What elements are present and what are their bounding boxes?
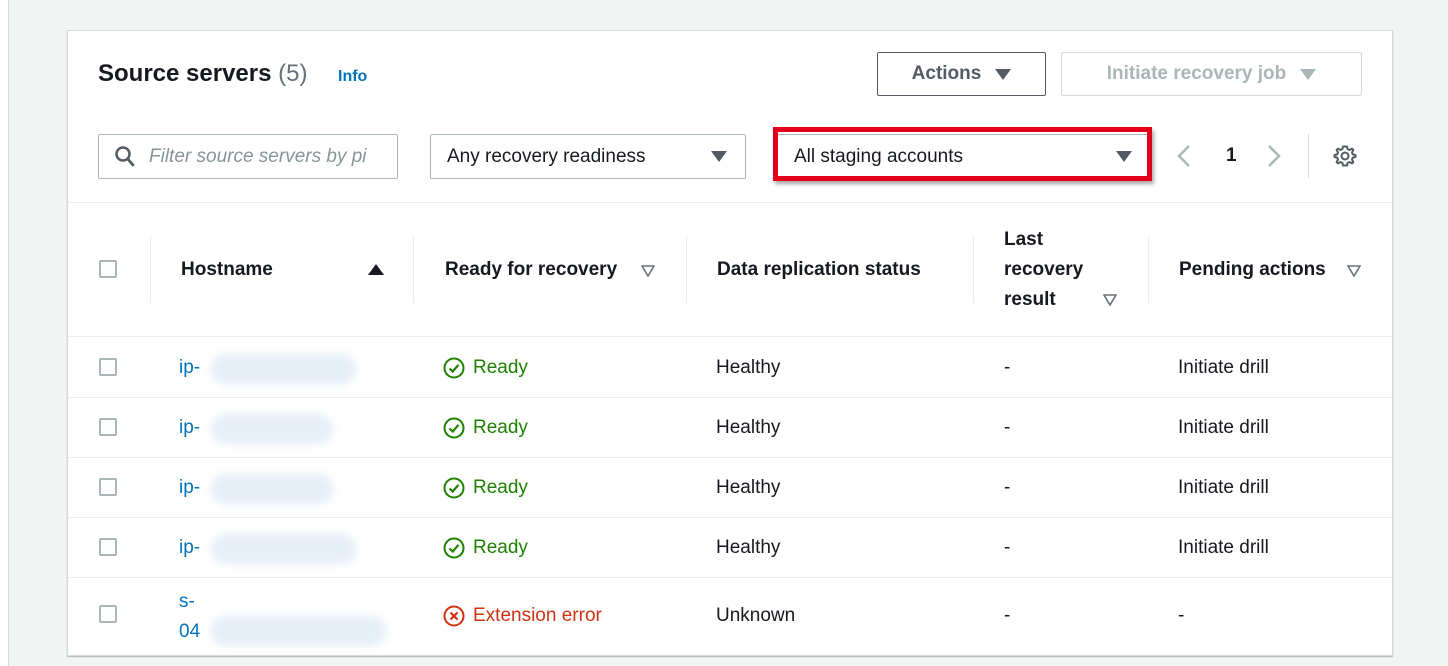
readiness-value: Any recovery readiness xyxy=(447,145,646,167)
row-checkbox[interactable] xyxy=(99,358,117,376)
row-divider xyxy=(68,517,1392,518)
row-divider xyxy=(68,397,1392,398)
hostname-link[interactable]: ip- xyxy=(179,537,200,559)
row-divider xyxy=(68,457,1392,458)
replication-status: Healthy xyxy=(716,537,781,558)
column-divider xyxy=(1148,236,1149,303)
ready-status: Ready xyxy=(443,537,528,559)
pending-action: Initiate drill xyxy=(1178,477,1269,498)
column-divider xyxy=(150,236,151,303)
sort-icon[interactable] xyxy=(1103,294,1117,306)
last-recovery-result: - xyxy=(1004,357,1011,378)
redacted-hostname xyxy=(211,354,356,384)
filter-search-box[interactable] xyxy=(98,134,398,179)
last-recovery-result: - xyxy=(1004,605,1011,626)
caret-down-icon xyxy=(1300,68,1317,80)
column-header-replication[interactable]: Data replication status xyxy=(717,255,921,285)
pending-action: Initiate drill xyxy=(1178,537,1269,558)
actions-label: Actions xyxy=(911,63,982,84)
last-recovery-result: - xyxy=(1004,477,1011,498)
pending-action: - xyxy=(1178,605,1185,626)
check-circle-icon xyxy=(443,477,465,499)
column-header-pending[interactable]: Pending actions xyxy=(1179,255,1326,285)
redacted-hostname xyxy=(211,474,333,504)
row-checkbox[interactable] xyxy=(99,538,117,556)
column-header-ready[interactable]: Ready for recovery xyxy=(445,255,617,285)
source-servers-panel: Source servers (5) Info Actions Initiate… xyxy=(67,30,1393,656)
sort-icon[interactable] xyxy=(641,265,655,277)
replication-status: Healthy xyxy=(716,477,781,498)
chevron-left-icon xyxy=(1177,145,1190,167)
gear-icon xyxy=(1333,145,1357,167)
replication-status: Healthy xyxy=(716,357,781,378)
caret-down-icon xyxy=(711,151,727,162)
replication-status: Unknown xyxy=(716,605,796,626)
staging-value: All staging accounts xyxy=(794,145,963,167)
ready-label: Ready xyxy=(473,417,528,438)
column-divider xyxy=(973,236,974,303)
hostname-link[interactable]: s- xyxy=(179,591,195,613)
pending-action: Initiate drill xyxy=(1178,417,1269,438)
previous-page-button[interactable] xyxy=(1176,143,1192,174)
ready-label: Ready xyxy=(473,357,528,378)
row-divider xyxy=(68,577,1392,578)
ready-status: Ready xyxy=(443,417,528,439)
redacted-hostname xyxy=(211,616,386,646)
row-divider xyxy=(68,336,1392,337)
redacted-hostname xyxy=(211,534,356,564)
row-checkbox[interactable] xyxy=(99,418,117,436)
search-icon xyxy=(115,145,135,168)
staging-accounts-select[interactable]: All staging accounts xyxy=(777,134,1151,179)
hostname-link[interactable]: ip- xyxy=(179,357,200,379)
current-page[interactable]: 1 xyxy=(1226,145,1237,167)
check-circle-icon xyxy=(443,417,465,439)
error-status: Extension error xyxy=(443,605,602,627)
caret-down-icon xyxy=(995,68,1012,80)
replication-status: Healthy xyxy=(716,417,781,438)
ready-status: Ready xyxy=(443,477,528,499)
initiate-recovery-job-button[interactable]: Initiate recovery job xyxy=(1061,52,1362,96)
recovery-readiness-select[interactable]: Any recovery readiness xyxy=(430,134,746,179)
ready-label: Ready xyxy=(473,477,528,498)
hostname-link-line2[interactable]: 04 xyxy=(179,621,200,643)
hostname-link[interactable]: ip- xyxy=(179,477,200,499)
page-title: Source servers (5) xyxy=(98,60,307,88)
initiate-label: Initiate recovery job xyxy=(1106,63,1287,84)
next-page-button[interactable] xyxy=(1266,143,1282,174)
chevron-right-icon xyxy=(1268,145,1281,167)
row-checkbox[interactable] xyxy=(99,478,117,496)
check-circle-icon xyxy=(443,357,465,379)
select-all-checkbox[interactable] xyxy=(99,260,117,278)
server-count: (5) xyxy=(278,60,308,87)
pager-divider xyxy=(1308,134,1309,178)
hostname-link[interactable]: ip- xyxy=(179,417,200,439)
redacted-hostname xyxy=(211,414,333,444)
column-header-hostname[interactable]: Hostname xyxy=(181,255,273,285)
last-recovery-result: - xyxy=(1004,417,1011,438)
ready-status: Ready xyxy=(443,357,528,379)
check-circle-icon xyxy=(443,537,465,559)
title-text: Source servers xyxy=(98,60,272,87)
error-label: Extension error xyxy=(473,605,602,626)
last-recovery-result: - xyxy=(1004,537,1011,558)
x-circle-icon xyxy=(443,605,465,627)
ready-label: Ready xyxy=(473,537,528,558)
column-divider xyxy=(413,236,414,303)
column-header-last-line3[interactable]: result xyxy=(1004,285,1056,315)
column-header-last-line1[interactable]: Last xyxy=(1004,225,1043,255)
column-header-last-line2[interactable]: recovery xyxy=(1004,255,1083,285)
column-divider xyxy=(686,236,687,303)
search-input[interactable] xyxy=(147,144,391,169)
pending-action: Initiate drill xyxy=(1178,357,1269,378)
sort-ascending-icon[interactable] xyxy=(368,264,384,275)
info-link[interactable]: Info xyxy=(338,68,367,86)
actions-button[interactable]: Actions xyxy=(877,52,1046,96)
row-checkbox[interactable] xyxy=(99,605,117,623)
header-divider xyxy=(68,202,1392,203)
settings-button[interactable] xyxy=(1333,144,1357,173)
sort-icon[interactable] xyxy=(1347,265,1361,277)
page-left-edge xyxy=(0,0,9,666)
caret-down-icon xyxy=(1116,151,1132,162)
